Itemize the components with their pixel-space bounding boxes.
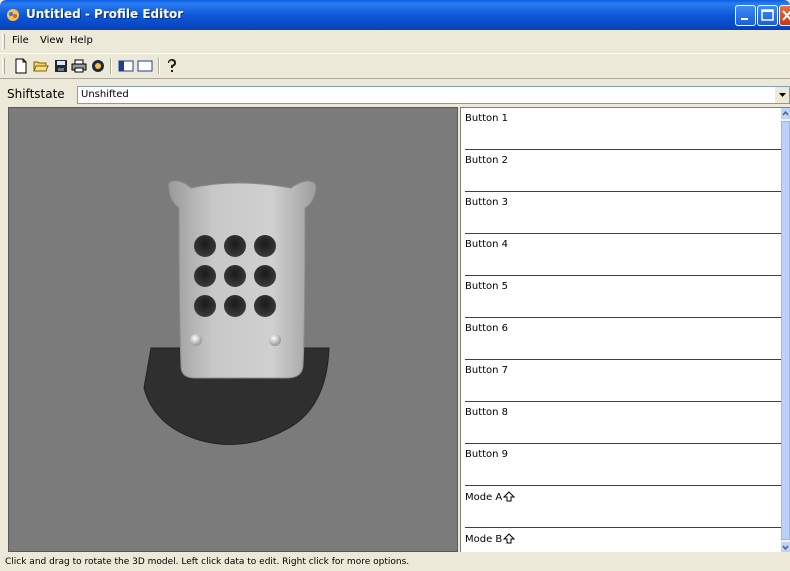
model-key — [194, 235, 216, 257]
dropdown-arrow-button[interactable] — [775, 87, 789, 103]
window-title: Untitled - Profile Editor — [26, 7, 184, 21]
button-entry-label: Button 7 — [465, 365, 509, 376]
close-button[interactable] — [779, 5, 790, 26]
single-view-button[interactable] — [136, 57, 154, 75]
chevron-up-icon — [782, 110, 789, 116]
status-bar: Click and drag to rotate the 3D model. L… — [0, 556, 790, 571]
button-entry[interactable]: Button 6 — [465, 318, 781, 360]
menu-bar: File View Help — [0, 30, 790, 53]
shiftstate-value: Unshifted — [81, 89, 129, 100]
model-keypad — [194, 235, 276, 317]
toolbar-grip — [2, 58, 5, 74]
status-text: Click and drag to rotate the 3D model. L… — [5, 557, 410, 567]
button-entry[interactable]: Button 9 — [465, 444, 781, 486]
mode-b-label: Mode B — [465, 533, 516, 545]
button-entry-label: Button 1 — [465, 113, 509, 124]
button-entry[interactable]: Button 3 — [465, 192, 781, 234]
vertical-scrollbar[interactable] — [781, 108, 790, 552]
button-entry-label: Button 5 — [465, 281, 509, 292]
model-key — [224, 295, 246, 317]
open-folder-icon — [33, 61, 49, 72]
shiftstate-label: Shiftstate — [7, 87, 65, 101]
print-button[interactable] — [70, 57, 88, 75]
open-button[interactable] — [32, 57, 50, 75]
new-document-icon — [15, 58, 27, 74]
split-view-button[interactable] — [117, 57, 135, 75]
settings-icon — [92, 60, 104, 72]
mode-a-label: Mode A — [465, 491, 516, 503]
model-key — [194, 295, 216, 317]
scroll-thumb[interactable] — [781, 121, 790, 540]
button-entry-label: Button 8 — [465, 407, 509, 418]
chevron-down-icon — [782, 545, 789, 551]
button-entry-label: Button 3 — [465, 197, 509, 208]
shift-arrow-icon — [503, 491, 516, 502]
menu-help[interactable]: Help — [70, 35, 93, 46]
toolbar — [0, 53, 790, 79]
button-entry[interactable]: Button 4 — [465, 234, 781, 276]
menu-grip — [2, 34, 5, 49]
shiftstate-dropdown[interactable]: Unshifted — [77, 86, 790, 104]
help-button[interactable] — [163, 57, 181, 75]
toolbar-separator — [158, 58, 160, 74]
close-icon — [782, 10, 790, 21]
scroll-up-button[interactable] — [781, 108, 790, 119]
model-mode-b-dot — [269, 334, 281, 346]
maximize-button[interactable] — [757, 5, 778, 26]
mode-a-entry[interactable]: Mode A — [465, 486, 781, 528]
print-icon — [71, 59, 87, 73]
new-button[interactable] — [12, 57, 30, 75]
single-view-icon — [137, 60, 153, 72]
button-mapping-panel: Button 1 Button 2 Button 3 Button 4 Butt… — [460, 107, 790, 552]
mode-b-entry[interactable]: Mode B — [465, 528, 781, 552]
title-bar[interactable]: Untitled - Profile Editor — [0, 0, 790, 30]
maximize-icon — [761, 9, 774, 21]
model-key — [254, 265, 276, 287]
toolbar-separator — [110, 58, 112, 74]
model-key — [224, 235, 246, 257]
split-view-icon — [118, 60, 134, 72]
3d-model[interactable] — [9, 108, 459, 553]
button-entry-label: Button 9 — [465, 449, 509, 460]
button-entry-label: Button 6 — [465, 323, 509, 334]
scroll-down-button[interactable] — [781, 542, 790, 552]
button-entry[interactable]: Button 5 — [465, 276, 781, 318]
shiftstate-row: Shiftstate Unshifted — [0, 85, 790, 105]
model-key — [224, 265, 246, 287]
button-entry[interactable]: Button 7 — [465, 360, 781, 402]
button-entry-label: Button 2 — [465, 155, 509, 166]
chevron-down-icon — [778, 92, 786, 97]
button-entry[interactable]: Button 8 — [465, 402, 781, 444]
minimize-icon — [741, 18, 748, 20]
menu-file[interactable]: File — [12, 35, 29, 46]
shift-arrow-icon — [503, 533, 516, 544]
model-key — [254, 295, 276, 317]
3d-model-viewport[interactable] — [8, 107, 458, 552]
app-icon — [7, 9, 19, 21]
menu-view[interactable]: View — [40, 35, 64, 46]
button-entry[interactable]: Button 1 — [465, 108, 781, 150]
model-mode-a-dot — [190, 334, 202, 346]
save-icon — [55, 60, 67, 72]
minimize-button[interactable] — [735, 5, 756, 26]
settings-button[interactable] — [89, 57, 107, 75]
button-entry[interactable]: Button 2 — [465, 150, 781, 192]
model-key — [254, 235, 276, 257]
model-key — [194, 265, 216, 287]
button-entry-label: Button 4 — [465, 239, 509, 250]
save-button[interactable] — [52, 57, 70, 75]
help-icon — [168, 58, 177, 72]
